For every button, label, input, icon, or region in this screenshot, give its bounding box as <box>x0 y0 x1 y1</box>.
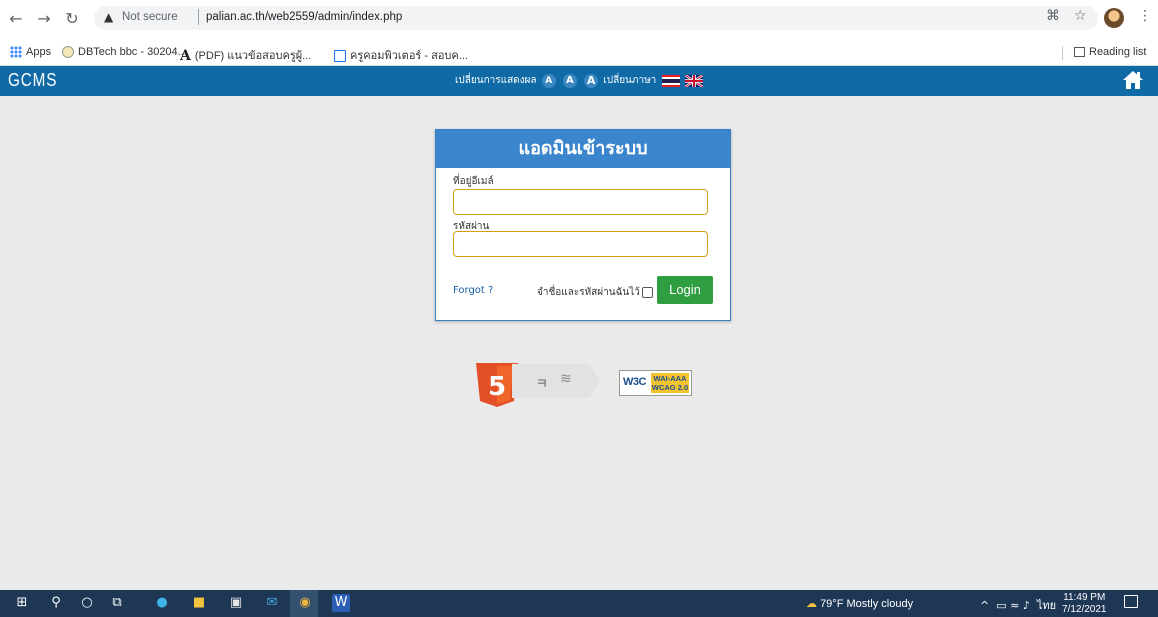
remember-checkbox[interactable] <box>641 286 653 298</box>
warning-icon: ▲ <box>104 10 114 24</box>
battery-icon[interactable]: ▭ <box>996 599 1006 612</box>
reload-icon[interactable]: ↻ <box>62 9 82 29</box>
email-field[interactable] <box>453 189 708 215</box>
remember-me[interactable]: จำชื่อและรหัสผ่านฉันไว้ <box>537 285 653 300</box>
file-explorer-icon[interactable]: ■ <box>190 594 208 612</box>
browser-toolbar: ← → ↻ ▲ Not secure palian.ac.th/web2559/… <box>0 0 1158 40</box>
password-field[interactable] <box>453 231 708 257</box>
bookmark-apps[interactable]: Apps <box>10 46 51 59</box>
system-tray[interactable]: ^ ▭ ≈ ♪ ไทย <box>980 596 1056 614</box>
reading-list[interactable]: Reading list <box>1074 46 1146 58</box>
profile-avatar[interactable] <box>1104 8 1124 28</box>
remember-label: จำชื่อและรหัสผ่านฉันไว้ <box>537 287 640 298</box>
css3-icon: ㅋ <box>536 377 548 392</box>
home-icon[interactable] <box>1122 70 1144 90</box>
font-size-small-button[interactable]: A <box>541 73 556 88</box>
w3c-logo: W3C <box>623 376 646 388</box>
wcag-level: WAI-AAA WCAG 2.0 <box>651 373 689 393</box>
wifi-icon[interactable]: ≈ <box>1010 599 1019 612</box>
cortana-icon[interactable]: ○ <box>78 594 96 612</box>
bookmark-computer-teacher[interactable]: ครูคอมพิวเตอร์ - สอบค... <box>334 46 468 64</box>
apps-grid-icon <box>10 46 22 59</box>
bookmark-pdf[interactable]: A (PDF) แนวข้อสอบครูผู้... <box>180 46 311 64</box>
security-label[interactable]: Not secure <box>122 11 178 23</box>
site-favicon-icon <box>62 46 74 59</box>
search-icon[interactable]: ⚲ <box>47 594 65 612</box>
edge-icon[interactable]: ● <box>153 594 171 612</box>
uk-flag-icon[interactable] <box>684 74 703 87</box>
site-logo[interactable]: GCMS <box>8 70 57 91</box>
svg-text:5: 5 <box>488 372 506 402</box>
chrome-icon[interactable]: ◉ <box>296 594 314 612</box>
url-text[interactable]: palian.ac.th/web2559/admin/index.php <box>206 11 402 23</box>
clock[interactable]: 11:49 PM 7/12/2021 <box>1062 592 1107 616</box>
language-label: เปลี่ยนภาษา <box>603 75 657 86</box>
language-indicator[interactable]: ไทย <box>1037 599 1056 612</box>
store-icon[interactable]: ▣ <box>227 594 245 612</box>
mail-icon[interactable]: ✉ <box>263 594 281 612</box>
forgot-password-link[interactable]: Forgot ? <box>453 285 493 296</box>
bookmarks-bar: Apps DBTech bbc - 30204... A (PDF) แนวข้อ… <box>0 40 1158 66</box>
bookmark-star-icon[interactable]: ☆ <box>1074 8 1087 24</box>
chevron-up-icon[interactable]: ^ <box>980 599 989 612</box>
site-header: GCMS เปลี่ยนการแสดงผล A A A เปลี่ยนภาษา <box>0 66 1158 96</box>
weather-widget[interactable]: ☁ 79°F Mostly cloudy <box>806 597 913 610</box>
display-label: เปลี่ยนการแสดงผล <box>455 75 537 86</box>
semantics-icon: ≋ <box>560 371 572 387</box>
volume-icon[interactable]: ♪ <box>1023 599 1030 612</box>
reading-list-icon <box>1074 47 1085 58</box>
menu-dots-icon[interactable]: ⋮ <box>1138 8 1152 24</box>
login-form: แอดมินเข้าระบบ ที่อยู่อีเมล์ รหัสผ่าน Fo… <box>435 129 731 321</box>
css-badge: ㅋ ≋ <box>512 364 600 398</box>
thai-flag-icon[interactable] <box>661 74 680 87</box>
doc-favicon-icon <box>334 50 346 63</box>
accessibility-tools: เปลี่ยนการแสดงผล A A A เปลี่ยนภาษา <box>455 73 703 88</box>
login-title: แอดมินเข้าระบบ <box>436 130 730 168</box>
translate-icon[interactable]: ⌘ <box>1046 8 1060 24</box>
word-icon[interactable]: W <box>332 594 350 612</box>
font-size-large-button[interactable]: A <box>584 73 599 88</box>
task-view-icon[interactable]: ⧉ <box>108 594 126 612</box>
address-bar[interactable]: ▲ Not secure palian.ac.th/web2559/admin/… <box>94 6 1098 30</box>
pdf-favicon-icon: A <box>180 48 191 65</box>
email-label: ที่อยู่อีเมล์ <box>453 176 494 187</box>
cloud-sun-icon: ☁ <box>806 598 817 610</box>
notification-icon[interactable] <box>1124 595 1138 608</box>
back-arrow-icon[interactable]: ← <box>6 9 26 29</box>
wcag-badge[interactable]: W3C WAI-AAA WCAG 2.0 <box>619 370 692 396</box>
font-size-medium-button[interactable]: A <box>562 73 577 88</box>
bookmark-dbtech[interactable]: DBTech bbc - 30204... <box>62 46 187 59</box>
forward-arrow-icon[interactable]: → <box>34 9 54 29</box>
login-button[interactable]: Login <box>657 276 713 304</box>
windows-taskbar: ⊞ ⚲ ○ ⧉ ● ■ ▣ ✉ ◉ W ☁ 79°F Mostly cloudy… <box>0 590 1158 617</box>
start-windows-icon[interactable]: ⊞ <box>13 594 31 612</box>
